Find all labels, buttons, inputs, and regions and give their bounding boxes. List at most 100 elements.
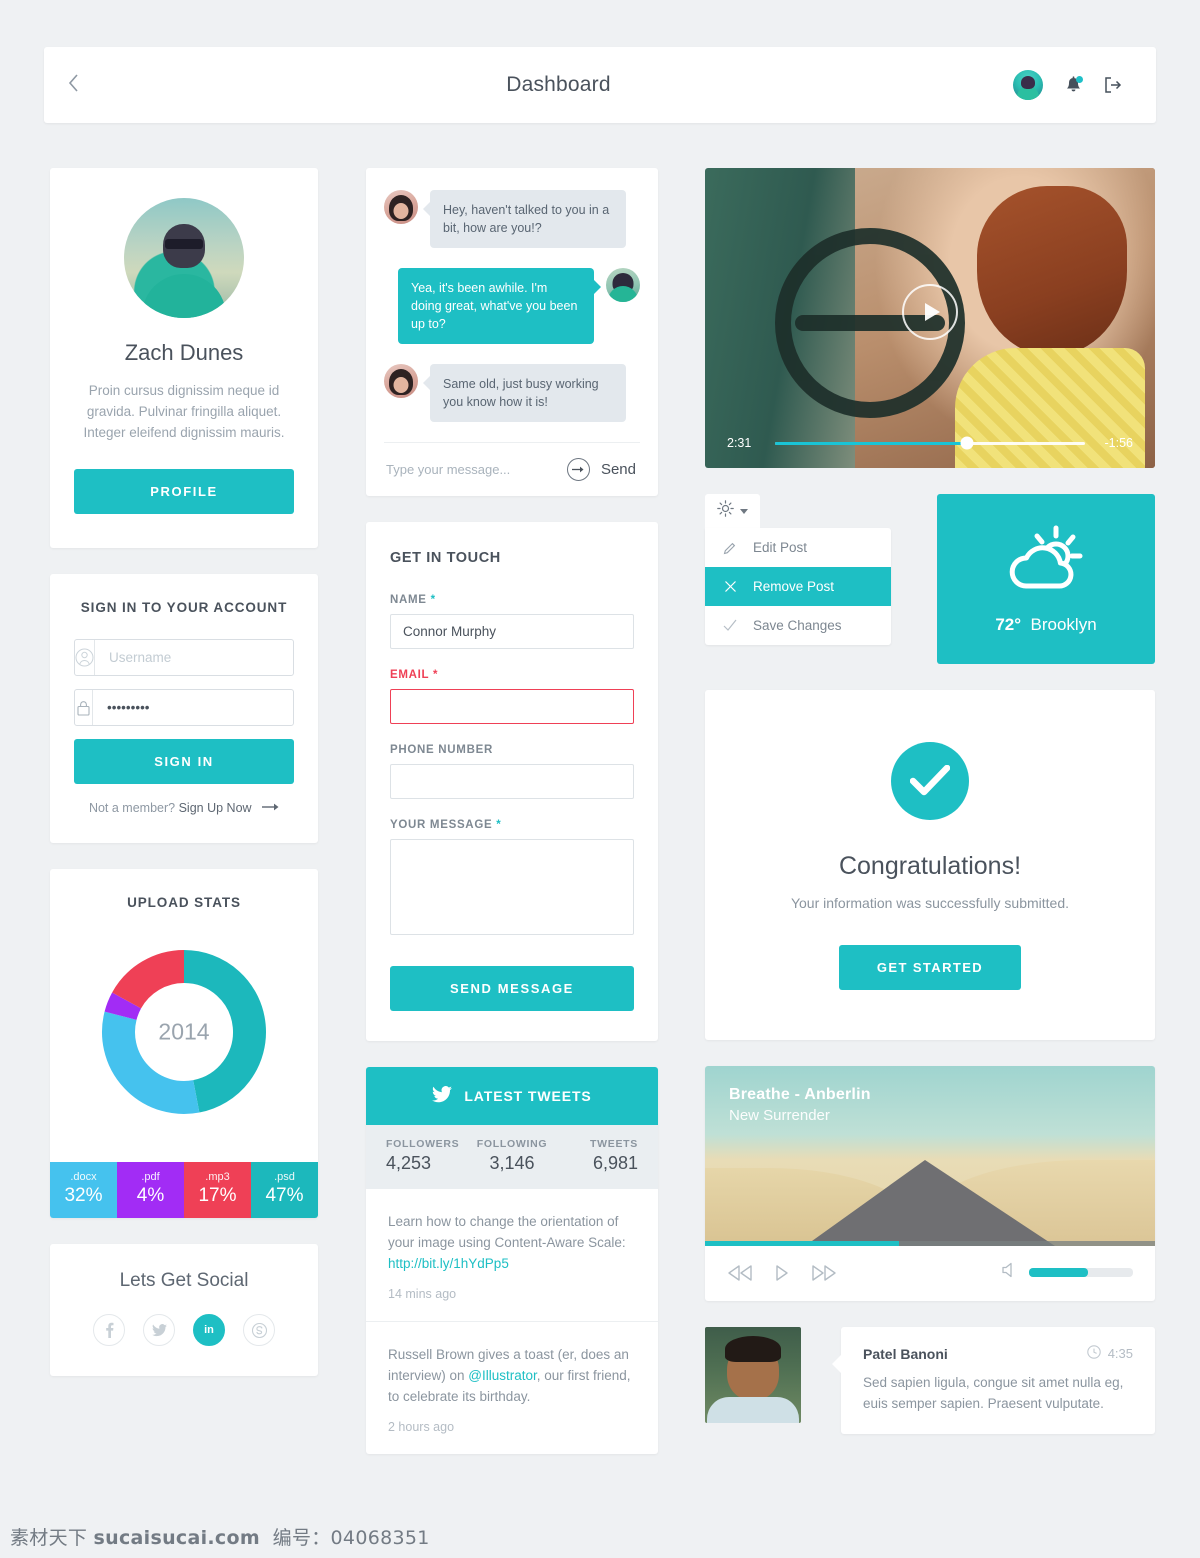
play-icon[interactable]: [902, 284, 958, 340]
chevron-left-icon: [68, 73, 80, 98]
volume-slider[interactable]: [1029, 1268, 1133, 1277]
message-label-text: YOUR MESSAGE: [390, 819, 493, 831]
tweet-stat: FOLLOWING 3,146: [470, 1138, 554, 1174]
tweet-link[interactable]: @Illustrator: [468, 1368, 536, 1383]
social-card: Lets Get Social in: [50, 1244, 318, 1376]
facebook-icon[interactable]: [93, 1314, 125, 1346]
twitter-icon[interactable]: [143, 1314, 175, 1346]
send-button[interactable]: Send: [601, 461, 636, 478]
phone-input[interactable]: [390, 764, 634, 799]
tweet-text-before: Learn how to change the orientation of y…: [388, 1214, 626, 1250]
email-input[interactable]: [390, 689, 634, 724]
dropdown-item-remove-post[interactable]: Remove Post: [705, 567, 891, 606]
music-player-card: Breathe - Anberlin New Surrender: [705, 1066, 1155, 1301]
username-field-row[interactable]: [74, 639, 300, 676]
latest-tweets-card: LATEST TWEETS FOLLOWERS 4,253 FOLLOWING …: [366, 1067, 658, 1454]
video-player-card[interactable]: 2:31 -1:56: [705, 168, 1155, 468]
arrow-right-circle-icon[interactable]: [566, 458, 590, 481]
settings-dropdown-toggle[interactable]: [705, 494, 760, 528]
signup-link[interactable]: Sign Up Now: [179, 801, 252, 815]
tweets-header-label: LATEST TWEETS: [464, 1088, 592, 1104]
send-message-button[interactable]: SEND MESSAGE: [390, 966, 634, 1011]
chat-bubble: Yea, it's been awhile. I'm doing great, …: [398, 268, 601, 344]
gear-icon: [717, 500, 734, 522]
legend-cell-mp3: .mp3 17%: [184, 1162, 251, 1218]
legend-percent: 4%: [136, 1185, 165, 1206]
signin-button[interactable]: SIGN IN: [74, 739, 294, 784]
congrats-subtext: Your information was successfully submit…: [790, 895, 1070, 911]
stat-label: FOLLOWING: [476, 1138, 548, 1150]
header-actions: [1013, 70, 1156, 100]
required-marker: *: [432, 669, 439, 681]
bell-icon: [1065, 75, 1082, 99]
tweet-text: Russell Brown gives a toast (er, does an…: [388, 1344, 636, 1407]
tweet-link[interactable]: http://bit.ly/1hYdPp5: [388, 1256, 509, 1271]
profile-card: Zach Dunes Proin cursus dignissim neque …: [50, 168, 318, 548]
stat-value: 3,146: [489, 1153, 535, 1173]
comment-avatar: [705, 1327, 801, 1423]
dropdown-item-label: Remove Post: [753, 579, 835, 594]
weather-city: Brooklyn: [1030, 614, 1097, 634]
username-input[interactable]: [95, 640, 300, 675]
get-started-button[interactable]: GET STARTED: [838, 945, 1022, 990]
track-title: Breathe - Anberlin: [729, 1086, 871, 1103]
logout-icon: [1104, 77, 1122, 98]
rewind-icon[interactable]: [727, 1264, 753, 1281]
congratulations-card: Congratulations! Your information was su…: [705, 690, 1155, 1040]
video-progress-handle[interactable]: [960, 436, 974, 450]
comment-bubble: Patel Banoni 4:35 Sed sapien ligula, con…: [832, 1327, 1155, 1434]
video-remaining-time: -1:56: [1104, 436, 1134, 450]
tweet-stat: FOLLOWERS 4,253: [386, 1138, 470, 1174]
tweet-item: Learn how to change the orientation of y…: [366, 1189, 658, 1322]
volume-fill: [1029, 1268, 1089, 1277]
legend-extension: .psd: [274, 1171, 295, 1183]
chat-input-bar: Send: [384, 442, 640, 496]
track-album: New Surrender: [729, 1107, 830, 1124]
video-progress-bar[interactable]: [775, 436, 1085, 450]
page-title: Dashboard: [506, 73, 611, 96]
legend-extension: .mp3: [205, 1171, 230, 1183]
music-seek-bar[interactable]: [705, 1241, 1155, 1246]
message-label: YOUR MESSAGE *: [390, 819, 634, 831]
linkedin-icon[interactable]: in: [193, 1314, 225, 1346]
tweet-text: Learn how to change the orientation of y…: [388, 1211, 636, 1274]
chat-input[interactable]: [386, 462, 567, 477]
signup-prefix: Not a member?: [88, 801, 176, 815]
chat-message-row: Yea, it's been awhile. I'm doing great, …: [384, 268, 640, 344]
watermark-site: sucaisucai.com: [93, 1527, 260, 1549]
profile-photo: [124, 198, 244, 318]
profile-button[interactable]: PROFILE: [74, 469, 294, 514]
message-textarea[interactable]: [390, 839, 634, 935]
skype-icon[interactable]: [243, 1314, 275, 1346]
fast-forward-icon[interactable]: [811, 1264, 837, 1281]
back-button[interactable]: [44, 47, 104, 123]
legend-cell-pdf: .pdf 4%: [117, 1162, 184, 1218]
name-input[interactable]: [390, 614, 634, 649]
name-label: NAME *: [390, 594, 634, 606]
top-header: Dashboard: [44, 47, 1156, 123]
email-label: EMAIL *: [390, 669, 634, 681]
video-progress-fill: [775, 441, 968, 445]
comment-body: Sed sapien ligula, congue sit amet nulla…: [863, 1375, 1124, 1411]
watermark-prefix: 素材天下: [10, 1527, 88, 1549]
congrats-heading: Congratulations!: [838, 852, 1022, 880]
dropdown-item-save-changes[interactable]: Save Changes: [705, 606, 891, 645]
twitter-bird-icon: [432, 1086, 453, 1106]
notifications-button[interactable]: [1065, 75, 1083, 95]
social-row: in: [74, 1314, 294, 1346]
logout-button[interactable]: [1104, 76, 1122, 94]
clock-icon: [1086, 1345, 1101, 1362]
chat-avatar: [384, 190, 418, 224]
dropdown-item-edit-post[interactable]: Edit Post: [705, 528, 891, 567]
video-thumbnail-detail: [977, 186, 1127, 356]
volume-control: [1001, 1262, 1133, 1283]
profile-bio: Proin cursus dignissim neque id gravida.…: [83, 383, 285, 440]
volume-icon[interactable]: [1001, 1262, 1018, 1283]
play-icon[interactable]: [775, 1264, 789, 1281]
stat-label: TWEETS: [590, 1138, 638, 1150]
password-field-row[interactable]: [74, 689, 298, 726]
avatar[interactable]: [1013, 70, 1043, 100]
video-elapsed-time: 2:31: [727, 436, 752, 450]
password-input[interactable]: [93, 690, 298, 725]
donut-segment-mp3: [112, 950, 185, 1010]
